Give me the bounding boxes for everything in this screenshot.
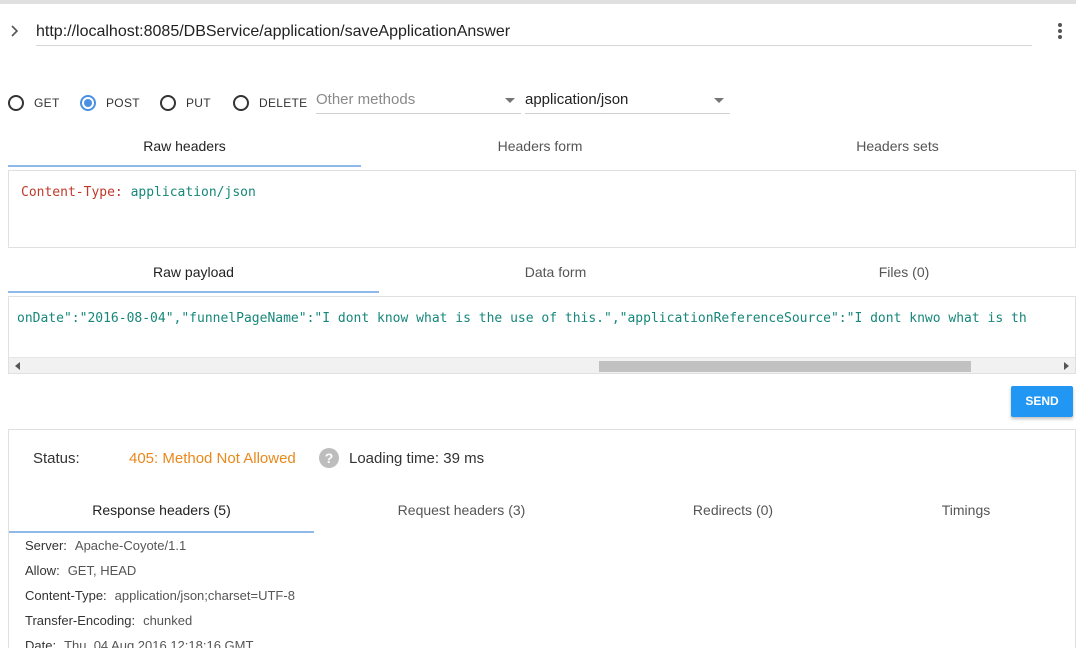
url-input[interactable] — [36, 18, 1032, 46]
scrollbar-thumb[interactable] — [599, 361, 971, 372]
raw-header-name: Content-Type: — [21, 185, 123, 200]
chevron-right-icon[interactable] — [10, 23, 22, 39]
tab-raw-headers[interactable]: Raw headers — [8, 126, 361, 167]
method-radio-put[interactable]: PUT — [160, 94, 211, 112]
more-vert-icon[interactable] — [1052, 23, 1068, 43]
payload-tabs: Raw payload Data form Files (0) — [8, 252, 1076, 293]
response-header-row: Allow: GET, HEAD — [25, 563, 136, 581]
radio-unchecked-icon — [8, 95, 24, 111]
response-header-row: Date: Thu, 04 Aug 2016 12:18:16 GMT — [25, 638, 253, 648]
tab-response-headers[interactable]: Response headers (5) — [9, 490, 314, 533]
send-button[interactable]: SEND — [1011, 386, 1073, 417]
dropdown-arrow-icon — [714, 98, 724, 103]
method-radio-delete[interactable]: DELETE — [233, 94, 307, 112]
tab-raw-payload[interactable]: Raw payload — [8, 252, 379, 293]
scroll-right-icon[interactable] — [1064, 362, 1069, 370]
top-border — [0, 0, 1076, 4]
other-methods-placeholder: Other methods — [316, 91, 416, 108]
tab-redirects[interactable]: Redirects (0) — [609, 490, 857, 530]
response-header-row: Server: Apache-Coyote/1.1 — [25, 538, 186, 556]
header-value: chunked — [143, 613, 193, 628]
method-row: GET POST PUT DELETE Other methods applic… — [0, 86, 1076, 118]
horizontal-scrollbar[interactable] — [9, 357, 1075, 373]
radio-unchecked-icon — [233, 95, 249, 111]
header-value: GET, HEAD — [67, 563, 137, 578]
radio-unchecked-icon — [160, 95, 176, 111]
tab-files[interactable]: Files (0) — [732, 252, 1076, 292]
method-radio-get[interactable]: GET — [8, 94, 60, 112]
content-type-value: application/json — [525, 91, 629, 108]
loading-time: Loading time: 39 ms — [349, 450, 485, 467]
headers-tabs: Raw headers Headers form Headers sets — [8, 126, 1076, 167]
response-header-row: Content-Type: application/json;charset=UT… — [25, 588, 295, 606]
method-label-post: POST — [106, 96, 140, 110]
response-tabs: Response headers (5) Request headers (3)… — [9, 490, 1075, 534]
header-value: application/json;charset=UTF-8 — [114, 588, 295, 603]
header-value: Apache-Coyote/1.1 — [74, 538, 187, 553]
tab-headers-form[interactable]: Headers form — [361, 126, 719, 166]
tab-headers-sets[interactable]: Headers sets — [719, 126, 1076, 166]
response-panel: Status: 405: Method Not Allowed ? Loadin… — [8, 429, 1076, 648]
help-icon[interactable]: ? — [319, 448, 339, 468]
status-row: Status: 405: Method Not Allowed ? Loadin… — [33, 448, 933, 470]
header-name: Allow: — [25, 563, 60, 578]
radio-checked-icon — [80, 95, 96, 111]
method-label-put: PUT — [186, 96, 211, 110]
tab-timings[interactable]: Timings — [857, 490, 1075, 530]
response-header-row: Transfer-Encoding: chunked — [25, 613, 192, 631]
raw-header-line: Content-Type: application/json — [21, 185, 256, 200]
tab-request-headers[interactable]: Request headers (3) — [314, 490, 609, 530]
header-name: Transfer-Encoding: — [25, 613, 136, 628]
tab-data-form[interactable]: Data form — [379, 252, 732, 292]
url-row — [0, 14, 1076, 50]
header-name: Date: — [25, 638, 57, 648]
payload-text: onDate":"2016-08-04","funnelPageName":"I… — [17, 311, 1027, 326]
header-value: Thu, 04 Aug 2016 12:18:16 GMT — [64, 638, 254, 648]
content-type-dropdown[interactable]: application/json — [525, 88, 730, 114]
header-name: Content-Type: — [25, 588, 107, 603]
scroll-left-icon[interactable] — [15, 362, 20, 370]
dropdown-arrow-icon — [505, 98, 515, 103]
method-radio-post[interactable]: POST — [80, 94, 140, 112]
method-label-get: GET — [34, 96, 60, 110]
other-methods-dropdown[interactable]: Other methods — [316, 88, 521, 114]
method-label-delete: DELETE — [259, 96, 308, 110]
status-label: Status: — [33, 450, 80, 467]
status-value: 405: Method Not Allowed — [129, 450, 296, 467]
raw-header-value: application/json — [130, 185, 256, 200]
raw-payload-editor[interactable]: onDate":"2016-08-04","funnelPageName":"I… — [8, 296, 1076, 374]
header-name: Server: — [25, 538, 67, 553]
raw-headers-editor[interactable]: Content-Type: application/json — [8, 170, 1076, 248]
